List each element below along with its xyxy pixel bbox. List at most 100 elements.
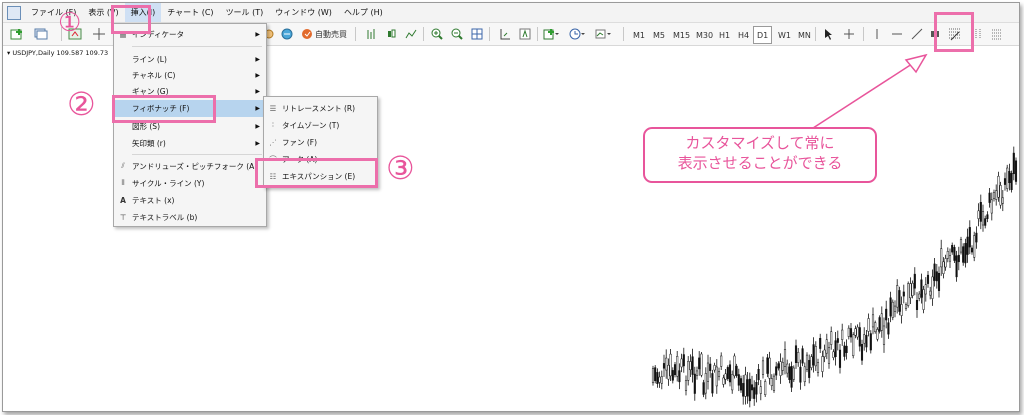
submenu-arrow-icon: ▶ <box>255 122 260 130</box>
auto-trading-button[interactable]: 自動売買 <box>298 26 350 42</box>
menu-chart[interactable]: チャート (C) <box>161 3 219 22</box>
auto-trading-icon <box>302 29 312 39</box>
timeframe-h4[interactable]: H4 <box>734 26 753 44</box>
candle <box>876 327 879 342</box>
candle <box>790 361 793 393</box>
timeframe-w1[interactable]: W1 <box>774 26 795 44</box>
candle <box>739 375 743 393</box>
metaeditor-icon[interactable] <box>279 26 295 42</box>
candle <box>801 345 804 367</box>
vertical-line-icon[interactable] <box>869 26 885 42</box>
candle-chart-icon[interactable] <box>383 26 399 42</box>
candle <box>788 363 791 384</box>
candle <box>770 374 773 391</box>
timeframe-m1[interactable]: M1 <box>629 26 649 44</box>
candle <box>764 379 767 397</box>
fibo-retracement-toolbar-icon[interactable] <box>989 26 1005 42</box>
horizontal-line-icon[interactable] <box>889 26 905 42</box>
timeframe-m30[interactable]: M30 <box>692 26 717 44</box>
candle <box>933 257 936 287</box>
zoom-out-icon[interactable] <box>449 26 465 42</box>
candle <box>931 269 934 306</box>
candle <box>827 341 831 369</box>
zoom-in-icon[interactable] <box>429 26 445 42</box>
crosshair-tool-icon[interactable] <box>841 26 857 42</box>
insert-menu-item-cycle-lines[interactable]: ⦀ サイクル・ライン (Y) <box>114 175 266 191</box>
candle <box>986 211 989 223</box>
candle <box>713 362 716 373</box>
candle <box>915 292 919 318</box>
candle <box>1006 164 1009 192</box>
candle <box>1003 172 1007 191</box>
candle <box>669 349 672 382</box>
candle <box>759 379 762 401</box>
candle <box>810 354 813 371</box>
profiles-icon[interactable] <box>33 26 49 42</box>
insert-menu-item-arrows[interactable]: 矢印類 (r) ▶ <box>114 135 266 151</box>
candle <box>819 333 822 354</box>
insert-menu-item-channels[interactable]: チャネル (C) ▶ <box>114 67 266 83</box>
insert-menu-item-pitchfork[interactable]: ⫽ アンドリューズ・ピッチフォーク (A) <box>114 158 266 174</box>
chart-shift-icon[interactable] <box>497 26 513 42</box>
fibo-fan-item[interactable]: ⋰ ファン (F) <box>264 134 377 150</box>
candle <box>867 313 870 337</box>
candle <box>863 327 866 351</box>
menu-tools[interactable]: ツール (T) <box>220 3 270 22</box>
timeframe-m5[interactable]: M5 <box>649 26 669 44</box>
timeframe-d1[interactable]: D1 <box>753 26 773 44</box>
candle <box>898 286 901 316</box>
periods-icon[interactable] <box>569 26 585 42</box>
timeframe-mn[interactable]: MN <box>794 26 815 44</box>
timeframe-m15[interactable]: M15 <box>669 26 694 44</box>
candle <box>799 359 802 390</box>
candle <box>698 351 701 376</box>
candle <box>737 368 740 392</box>
bar-chart-icon[interactable] <box>363 26 379 42</box>
menu-help[interactable]: ヘルプ (H) <box>338 3 389 22</box>
candle <box>935 263 938 289</box>
candle <box>667 358 670 386</box>
highlight-toolbar-icon <box>934 12 974 52</box>
candle <box>896 279 899 314</box>
candle <box>830 326 833 350</box>
fibo-retracement-item[interactable]: ☰ リトレースメント (R) <box>264 100 377 116</box>
highlight-fibonacci-item <box>112 95 216 123</box>
insert-menu-item-text-label[interactable]: ⊤ テキストラベル (b) <box>114 209 266 225</box>
candle <box>966 228 969 263</box>
candle <box>865 330 868 353</box>
candle <box>662 354 666 377</box>
candle <box>893 300 897 318</box>
trendline-icon[interactable] <box>909 26 925 42</box>
candle <box>783 341 787 375</box>
tile-windows-icon[interactable] <box>469 26 485 42</box>
autoscroll-icon[interactable] <box>517 26 533 42</box>
candle <box>937 266 941 298</box>
candle <box>761 356 765 379</box>
menu-window[interactable]: ウィンドウ (W) <box>269 3 338 22</box>
candle <box>711 369 714 397</box>
crosshair-icon[interactable] <box>91 26 107 42</box>
line-chart-icon[interactable] <box>403 26 419 42</box>
templates-icon[interactable] <box>595 26 611 42</box>
cursor-icon[interactable] <box>821 26 837 42</box>
indicators-icon[interactable] <box>543 26 559 42</box>
candle <box>742 374 745 405</box>
insert-menu-item-lines[interactable]: ライン (L) ▶ <box>114 51 266 67</box>
candle <box>748 372 751 408</box>
candle <box>687 356 690 386</box>
fibo-timezone-icon: ⦙ <box>272 120 274 129</box>
candle <box>843 341 846 361</box>
insert-menu-item-text[interactable]: A テキスト (x) <box>114 192 266 208</box>
candle <box>911 280 914 299</box>
candle <box>975 226 978 249</box>
candle <box>953 244 956 264</box>
candle <box>841 323 844 346</box>
timeframe-h1[interactable]: H1 <box>715 26 734 44</box>
candle <box>944 254 947 271</box>
fibo-timezone-item[interactable]: ⦙ タイムゾーン (T) <box>264 117 377 133</box>
insert-menu: ▦ インディケータ ▶ ライン (L) ▶ チャネル (C) ▶ ギャン (G)… <box>113 23 267 227</box>
new-chart-icon[interactable] <box>9 26 25 42</box>
candle <box>726 365 729 381</box>
candle <box>753 380 756 406</box>
candle <box>836 330 839 351</box>
